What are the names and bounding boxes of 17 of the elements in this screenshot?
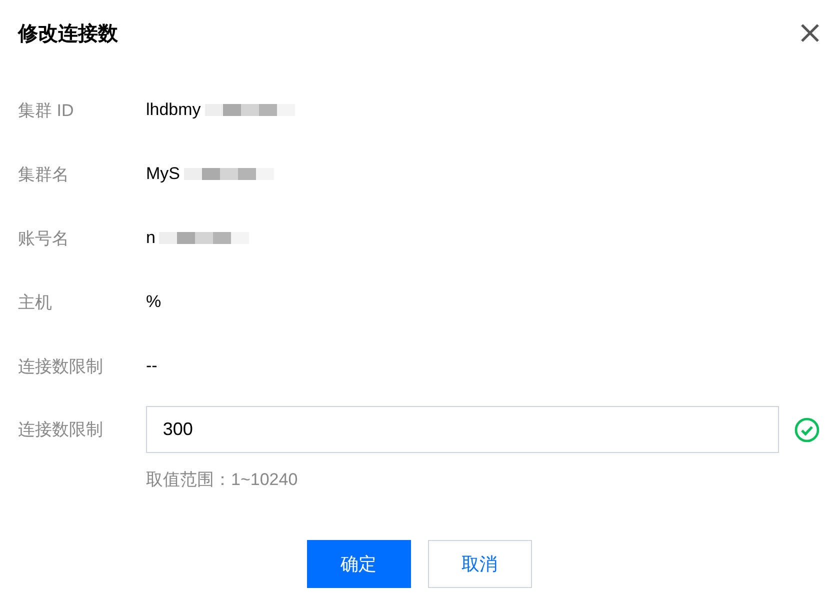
input-field[interactable]: 300 [146,406,780,453]
field-value: MyS [146,164,180,184]
dialog-title: 修改连接数 [18,22,118,46]
close-icon[interactable] [800,23,820,43]
field-value: n [146,228,156,248]
field-label: 连接数限制 [18,356,104,378]
field-value: -- [146,356,158,376]
cancel-button[interactable]: 取消 [428,540,532,588]
field-label: 集群 ID [18,100,75,122]
field-label: 主机 [18,292,53,314]
field-value: lhdbmy [146,100,201,120]
field-label: 账号名 [18,228,70,250]
field-label: 集群名 [18,164,70,186]
field-label: 连接数限制 [18,419,104,441]
field-value: % [146,292,162,312]
confirm-button[interactable]: 确定 [306,540,410,588]
hint-text: 取值范围：1~10240 [146,469,299,491]
